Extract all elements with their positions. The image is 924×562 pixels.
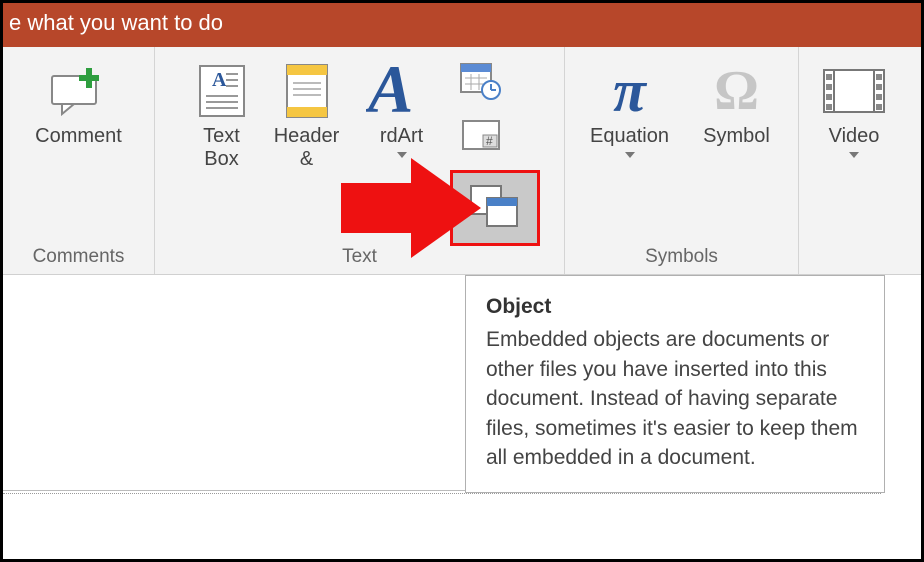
tell-me-text: e what you want to do — [9, 10, 223, 35]
textbox-button[interactable]: A Text Box — [183, 55, 261, 171]
video-button[interactable]: Video — [806, 55, 902, 158]
group-media: Video — [799, 47, 909, 274]
comment-label: Comment — [35, 125, 122, 148]
textbox-label: Text Box — [203, 125, 240, 171]
comment-button[interactable]: Comment — [27, 55, 130, 148]
wordart-icon: A — [366, 57, 438, 125]
wordart-button[interactable]: A rdArt — [353, 55, 451, 158]
ribbon: Comment Comments A — [3, 47, 921, 275]
tell-me-bar[interactable]: e what you want to do — [3, 3, 921, 47]
group-comments-label: Comments — [33, 246, 125, 268]
object-button[interactable] — [453, 173, 537, 243]
wordart-label: rdArt — [380, 125, 423, 158]
date-time-icon — [459, 60, 503, 105]
slide-placeholder[interactable] — [3, 313, 719, 491]
group-text-label: Text — [342, 246, 377, 268]
svg-text:A: A — [212, 69, 227, 91]
date-time-button[interactable] — [453, 57, 509, 107]
svg-text:A: A — [366, 58, 413, 124]
equation-label: Equation — [590, 125, 669, 158]
video-label: Video — [829, 125, 880, 158]
header-footer-label: Header & — [274, 125, 340, 171]
header-footer-button[interactable]: Header & — [261, 55, 353, 171]
comment-icon — [48, 57, 108, 125]
slide-boundary — [3, 493, 881, 494]
svg-text:#: # — [486, 134, 493, 148]
slide-number-button[interactable]: # — [453, 113, 509, 163]
object-icon — [467, 182, 523, 235]
header-footer-icon — [283, 57, 331, 125]
symbol-button[interactable]: Ω Symbol — [685, 55, 789, 148]
symbol-icon: Ω — [714, 57, 759, 125]
group-comments: Comment Comments — [3, 47, 155, 274]
symbol-label: Symbol — [703, 125, 770, 148]
group-symbols: π Equation Ω Symbol Symbols — [565, 47, 799, 274]
slide-number-icon: # — [459, 117, 503, 160]
video-icon — [822, 57, 886, 125]
equation-icon: π — [613, 57, 646, 125]
group-symbols-label: Symbols — [645, 246, 718, 268]
document-area — [3, 275, 921, 559]
group-text: A Text Box — [155, 47, 565, 274]
textbox-icon: A — [198, 57, 246, 125]
equation-button[interactable]: π Equation — [575, 55, 685, 158]
